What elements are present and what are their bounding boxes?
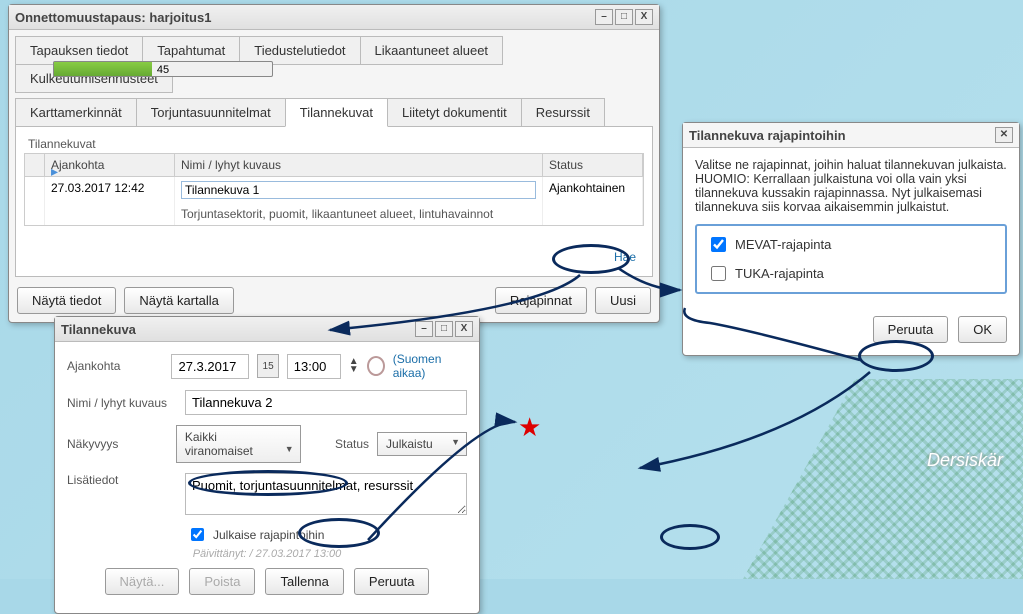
clock-icon	[367, 356, 385, 376]
checkbox-tuka[interactable]: TUKA-rajapinta	[701, 259, 1001, 288]
col-header-status[interactable]: Status	[543, 154, 643, 176]
cell-status: Ajankohtainen	[543, 177, 643, 203]
publish-checkbox[interactable]	[191, 528, 204, 541]
label-status: Status	[335, 437, 369, 451]
checkbox-tuka-label: TUKA-rajapinta	[735, 266, 824, 281]
dialog-title: Tilannekuva rajapintoihin	[689, 128, 846, 143]
label-details: Lisätiedot	[67, 473, 177, 487]
tab-panel: Tilannekuvat Ajankohta Nimi / lyhyt kuva…	[15, 126, 653, 277]
updated-text: Päivittänyt: / 27.03.2017 13:00	[67, 548, 467, 560]
maximize-button[interactable]: □	[435, 321, 453, 337]
label-visibility: Näkyvyys	[67, 437, 168, 451]
col-header-time[interactable]: Ajankohta	[45, 154, 175, 176]
minimize-button[interactable]: –	[595, 9, 613, 25]
checkbox-mevat-input[interactable]	[711, 237, 726, 252]
checkbox-mevat-label: MEVAT-rajapinta	[735, 237, 831, 252]
row-selector-arrow-icon[interactable]: ▸	[51, 163, 58, 180]
col-header-name[interactable]: Nimi / lyhyt kuvaus	[175, 154, 543, 176]
tab-likaantuneet-alueet[interactable]: Likaantuneet alueet	[360, 36, 503, 65]
cell-desc: Torjuntasektorit, puomit, likaantuneet a…	[175, 203, 543, 225]
dialog-text: Valitse ne rajapinnat, joihin haluat til…	[695, 158, 1007, 214]
progress-bar: 45	[53, 61, 273, 77]
interfaces-button[interactable]: Rajapinnat	[495, 287, 587, 314]
table-row[interactable]: 27.03.2017 12:42 Ajankohtainen	[25, 177, 643, 203]
date-input[interactable]	[171, 354, 249, 379]
save-button[interactable]: Tallenna	[265, 568, 343, 595]
new-button[interactable]: Uusi	[595, 287, 651, 314]
checkbox-tuka-input[interactable]	[711, 266, 726, 281]
time-input[interactable]	[287, 354, 341, 379]
calendar-icon[interactable]: 15	[257, 354, 278, 378]
tab-row-2: Karttamerkinnät Torjuntasuunnitelmat Til…	[9, 92, 659, 126]
status-select[interactable]: Julkaistu	[377, 432, 467, 456]
delete-button: Poista	[189, 568, 255, 595]
window-titlebar: Onnettomuustapaus: harjoitus1 – □ X	[9, 5, 659, 30]
cancel-button[interactable]: Peruuta	[873, 316, 949, 343]
details-textarea[interactable]	[185, 473, 467, 515]
visibility-select[interactable]: Kaikki viranomaiset	[176, 425, 301, 463]
timezone-label: (Suomen aikaa)	[393, 352, 467, 380]
close-button[interactable]: X	[455, 321, 473, 337]
accident-case-window: Onnettomuustapaus: harjoitus1 – □ X Tapa…	[8, 4, 660, 323]
cell-name-input[interactable]	[181, 181, 536, 199]
situation-edit-dialog: Tilannekuva – □ X Ajankohta 15 ▲▼ (Suome…	[54, 316, 480, 614]
checkbox-mevat[interactable]: MEVAT-rajapinta	[701, 230, 1001, 259]
ok-button[interactable]: OK	[958, 316, 1007, 343]
map-marker-star: ★	[518, 412, 541, 443]
dialog-title: Tilannekuva	[61, 322, 136, 337]
cancel-button[interactable]: Peruuta	[354, 568, 430, 595]
show-details-button[interactable]: Näytä tiedot	[17, 287, 116, 314]
tab-karttamerkinnat[interactable]: Karttamerkinnät	[15, 98, 137, 127]
progress-value: 45	[54, 62, 272, 76]
map-island-label: Dersiskär	[927, 450, 1003, 471]
close-icon[interactable]: ✕	[995, 127, 1013, 143]
maximize-button[interactable]: □	[615, 9, 633, 25]
name-input[interactable]	[185, 390, 467, 415]
show-button: Näytä...	[105, 568, 180, 595]
interface-checklist: MEVAT-rajapinta TUKA-rajapinta	[695, 224, 1007, 294]
cell-time: 27.03.2017 12:42	[45, 177, 175, 203]
tab-resurssit[interactable]: Resurssit	[521, 98, 605, 127]
label-name: Nimi / lyhyt kuvaus	[67, 396, 177, 410]
label-time: Ajankohta	[67, 359, 163, 373]
show-on-map-button[interactable]: Näytä kartalla	[124, 287, 233, 314]
search-link[interactable]: Hae	[614, 250, 636, 264]
grid-body: 27.03.2017 12:42 Ajankohtainen Torjuntas…	[24, 177, 644, 226]
group-title: Tilannekuvat	[24, 135, 644, 153]
publish-label: Julkaise rajapintoihin	[213, 528, 324, 542]
grid-header: Ajankohta Nimi / lyhyt kuvaus Status	[24, 153, 644, 177]
window-title: Onnettomuustapaus: harjoitus1	[15, 10, 211, 25]
table-row-desc: Torjuntasektorit, puomit, likaantuneet a…	[25, 203, 643, 225]
tab-liitetyt-dokumentit[interactable]: Liitetyt dokumentit	[387, 98, 522, 127]
interfaces-dialog: Tilannekuva rajapintoihin ✕ Valitse ne r…	[682, 122, 1020, 356]
tab-tilannekuvat[interactable]: Tilannekuvat	[285, 98, 388, 127]
minimize-button[interactable]: –	[415, 321, 433, 337]
close-button[interactable]: X	[635, 9, 653, 25]
time-stepper-icon[interactable]: ▲▼	[349, 358, 359, 374]
tab-torjuntasuunnitelmat[interactable]: Torjuntasuunnitelmat	[136, 98, 286, 127]
